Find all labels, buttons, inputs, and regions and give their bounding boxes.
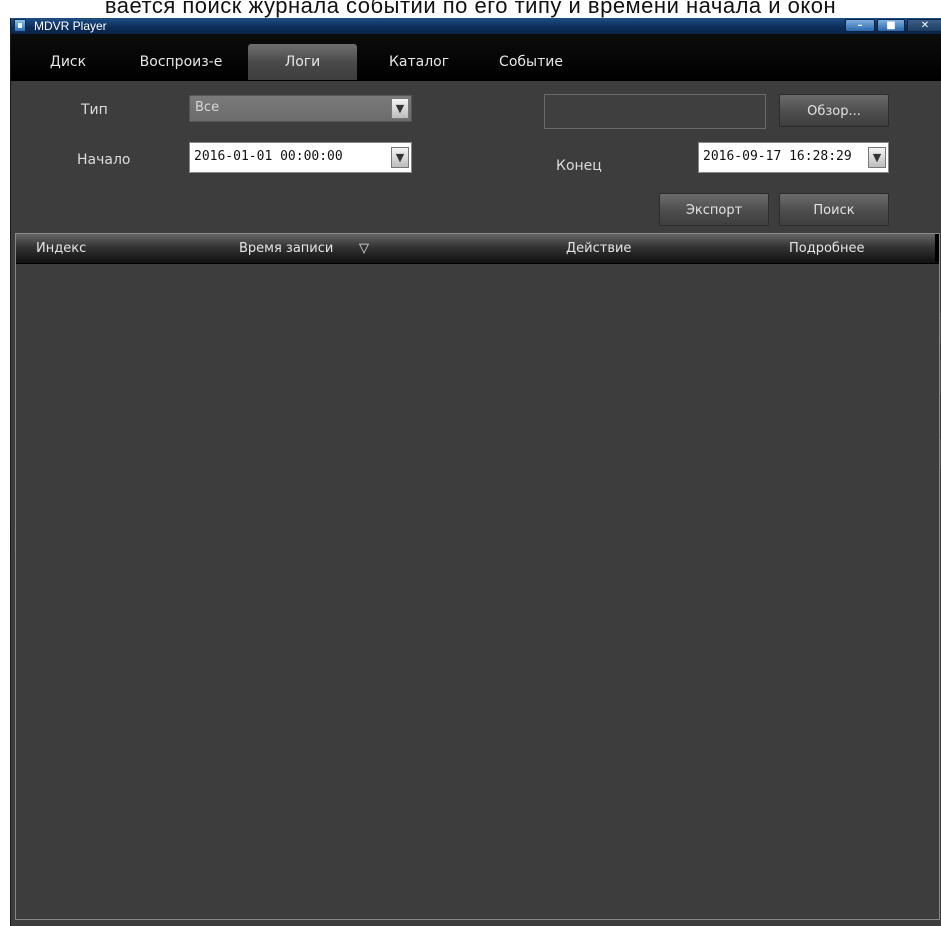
table-header: Индекс Время записи ▽ Действие Подробнее (16, 234, 939, 264)
chevron-down-icon[interactable]: ▼ (868, 147, 886, 168)
start-label: Начало (77, 152, 131, 168)
app-window: MDVR Player – ■ ✕ Диск Воспроиз-е Логи К… (10, 18, 941, 926)
tab-catalog[interactable]: Каталог (374, 44, 464, 80)
close-button[interactable]: ✕ (907, 19, 941, 32)
tab-playback[interactable]: Воспроиз-е (133, 44, 229, 80)
maximize-button[interactable]: ■ (877, 19, 905, 32)
log-table[interactable]: Индекс Время записи ▽ Действие Подробнее (15, 233, 940, 920)
start-datetime-value: 2016-01-01 00:00:00 (194, 149, 343, 164)
window-title: MDVR Player (34, 19, 107, 33)
tab-logs[interactable]: Логи (248, 44, 357, 80)
export-button[interactable]: Экспорт (659, 193, 769, 226)
chevron-down-icon[interactable]: ▼ (391, 98, 409, 119)
tab-event[interactable]: Событие (486, 44, 576, 80)
app-icon (14, 19, 26, 32)
column-record-time[interactable]: Время записи (239, 241, 333, 256)
end-datetime-value: 2016-09-17 16:28:29 (703, 149, 852, 164)
browse-button[interactable]: Обзор... (779, 94, 889, 127)
start-datetime-field[interactable]: 2016-01-01 00:00:00 ▼ (189, 142, 412, 173)
sort-indicator-icon: ▽ (359, 241, 369, 256)
search-button[interactable]: Поиск (779, 193, 889, 226)
end-label: Конец (556, 158, 602, 174)
chevron-down-icon[interactable]: ▼ (391, 147, 409, 168)
column-index[interactable]: Индекс (36, 241, 86, 256)
end-datetime-field[interactable]: 2016-09-17 16:28:29 ▼ (698, 142, 889, 173)
type-select-value: Все (195, 100, 220, 115)
export-path-input[interactable] (544, 94, 766, 129)
title-bar[interactable]: MDVR Player – ■ ✕ (11, 18, 941, 34)
type-label: Тип (81, 102, 108, 118)
header-divider (935, 234, 939, 262)
column-action[interactable]: Действие (566, 241, 631, 256)
tab-disk[interactable]: Диск (33, 44, 103, 80)
column-details[interactable]: Подробнее (789, 241, 864, 256)
type-select[interactable]: Все ▼ (189, 95, 412, 122)
minimize-button[interactable]: – (845, 19, 875, 32)
